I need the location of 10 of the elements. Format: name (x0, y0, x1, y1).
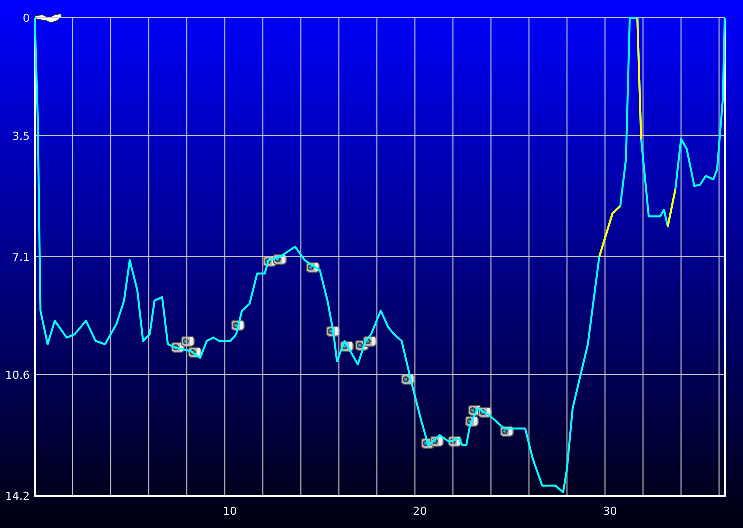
axis-label: 0 (23, 12, 30, 25)
fish-icon (181, 336, 195, 347)
axis-label: 3.5 (12, 130, 30, 143)
axis-label: 30 (603, 505, 618, 518)
axis-label: 20 (413, 505, 428, 518)
axis-label: 14.2 (6, 490, 30, 503)
axis-label: 10.6 (6, 368, 30, 382)
axis-label: 7.1 (12, 251, 30, 264)
axis-label: 10 (223, 505, 238, 518)
boat-icon (34, 14, 62, 24)
